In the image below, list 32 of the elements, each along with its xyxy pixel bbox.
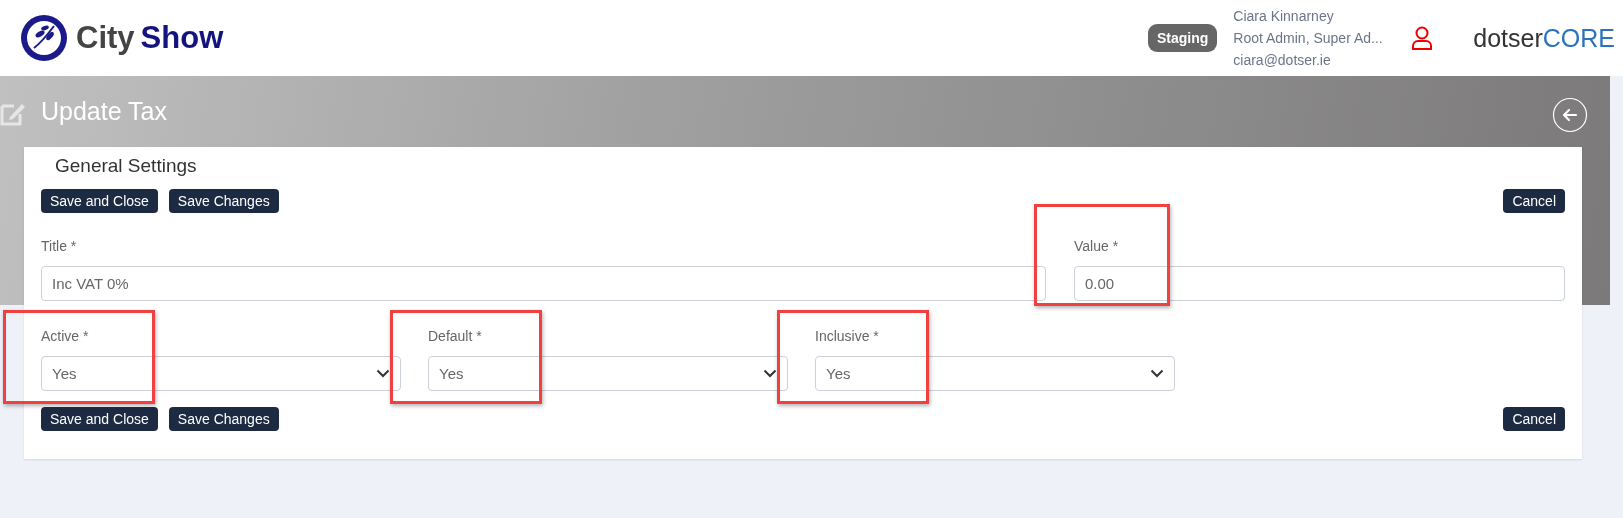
input-field[interactable]: Inc VAT 0%: [41, 266, 1046, 301]
logo-text: Show: [140, 20, 224, 56]
page-title: Update Tax: [41, 97, 167, 126]
user-roles: Root Admin, Super Ad...: [1233, 30, 1384, 46]
select-field[interactable]: Yes: [41, 356, 401, 391]
back-icon[interactable]: [1552, 97, 1588, 133]
input-field[interactable]: 0.00: [1074, 266, 1565, 301]
logo-icon: [20, 14, 68, 62]
user-email: ciara@dotser.ie: [1233, 52, 1332, 68]
field-label: Default *: [428, 328, 483, 344]
field-label: Inclusive *: [815, 328, 880, 344]
cancel-button[interactable]: Cancel: [1503, 407, 1565, 431]
brand-text: dotser: [1473, 23, 1543, 53]
save-button[interactable]: Save Changes: [168, 407, 279, 431]
field-label: Active *: [41, 328, 90, 344]
environment-badge: Staging: [1147, 24, 1218, 52]
user-name: Ciara Kinnarney: [1233, 8, 1335, 24]
field-label: Title *: [41, 238, 78, 254]
select-field[interactable]: Yes: [815, 356, 1175, 391]
cancel-button[interactable]: Cancel: [1503, 189, 1565, 213]
save-button[interactable]: Save Changes: [168, 189, 279, 213]
section-title: General Settings: [54, 155, 198, 177]
brand-text: CORE: [1542, 23, 1615, 53]
save-button[interactable]: Save and Close: [41, 189, 158, 213]
chevron-down-icon: [376, 369, 390, 378]
logo-text: City: [76, 20, 135, 56]
user-icon[interactable]: [1411, 26, 1434, 50]
select-field[interactable]: Yes: [428, 356, 788, 391]
chevron-down-icon: [1150, 369, 1164, 378]
field-label: Value *: [1074, 238, 1120, 254]
save-button[interactable]: Save and Close: [41, 407, 158, 431]
chevron-down-icon: [763, 369, 777, 378]
